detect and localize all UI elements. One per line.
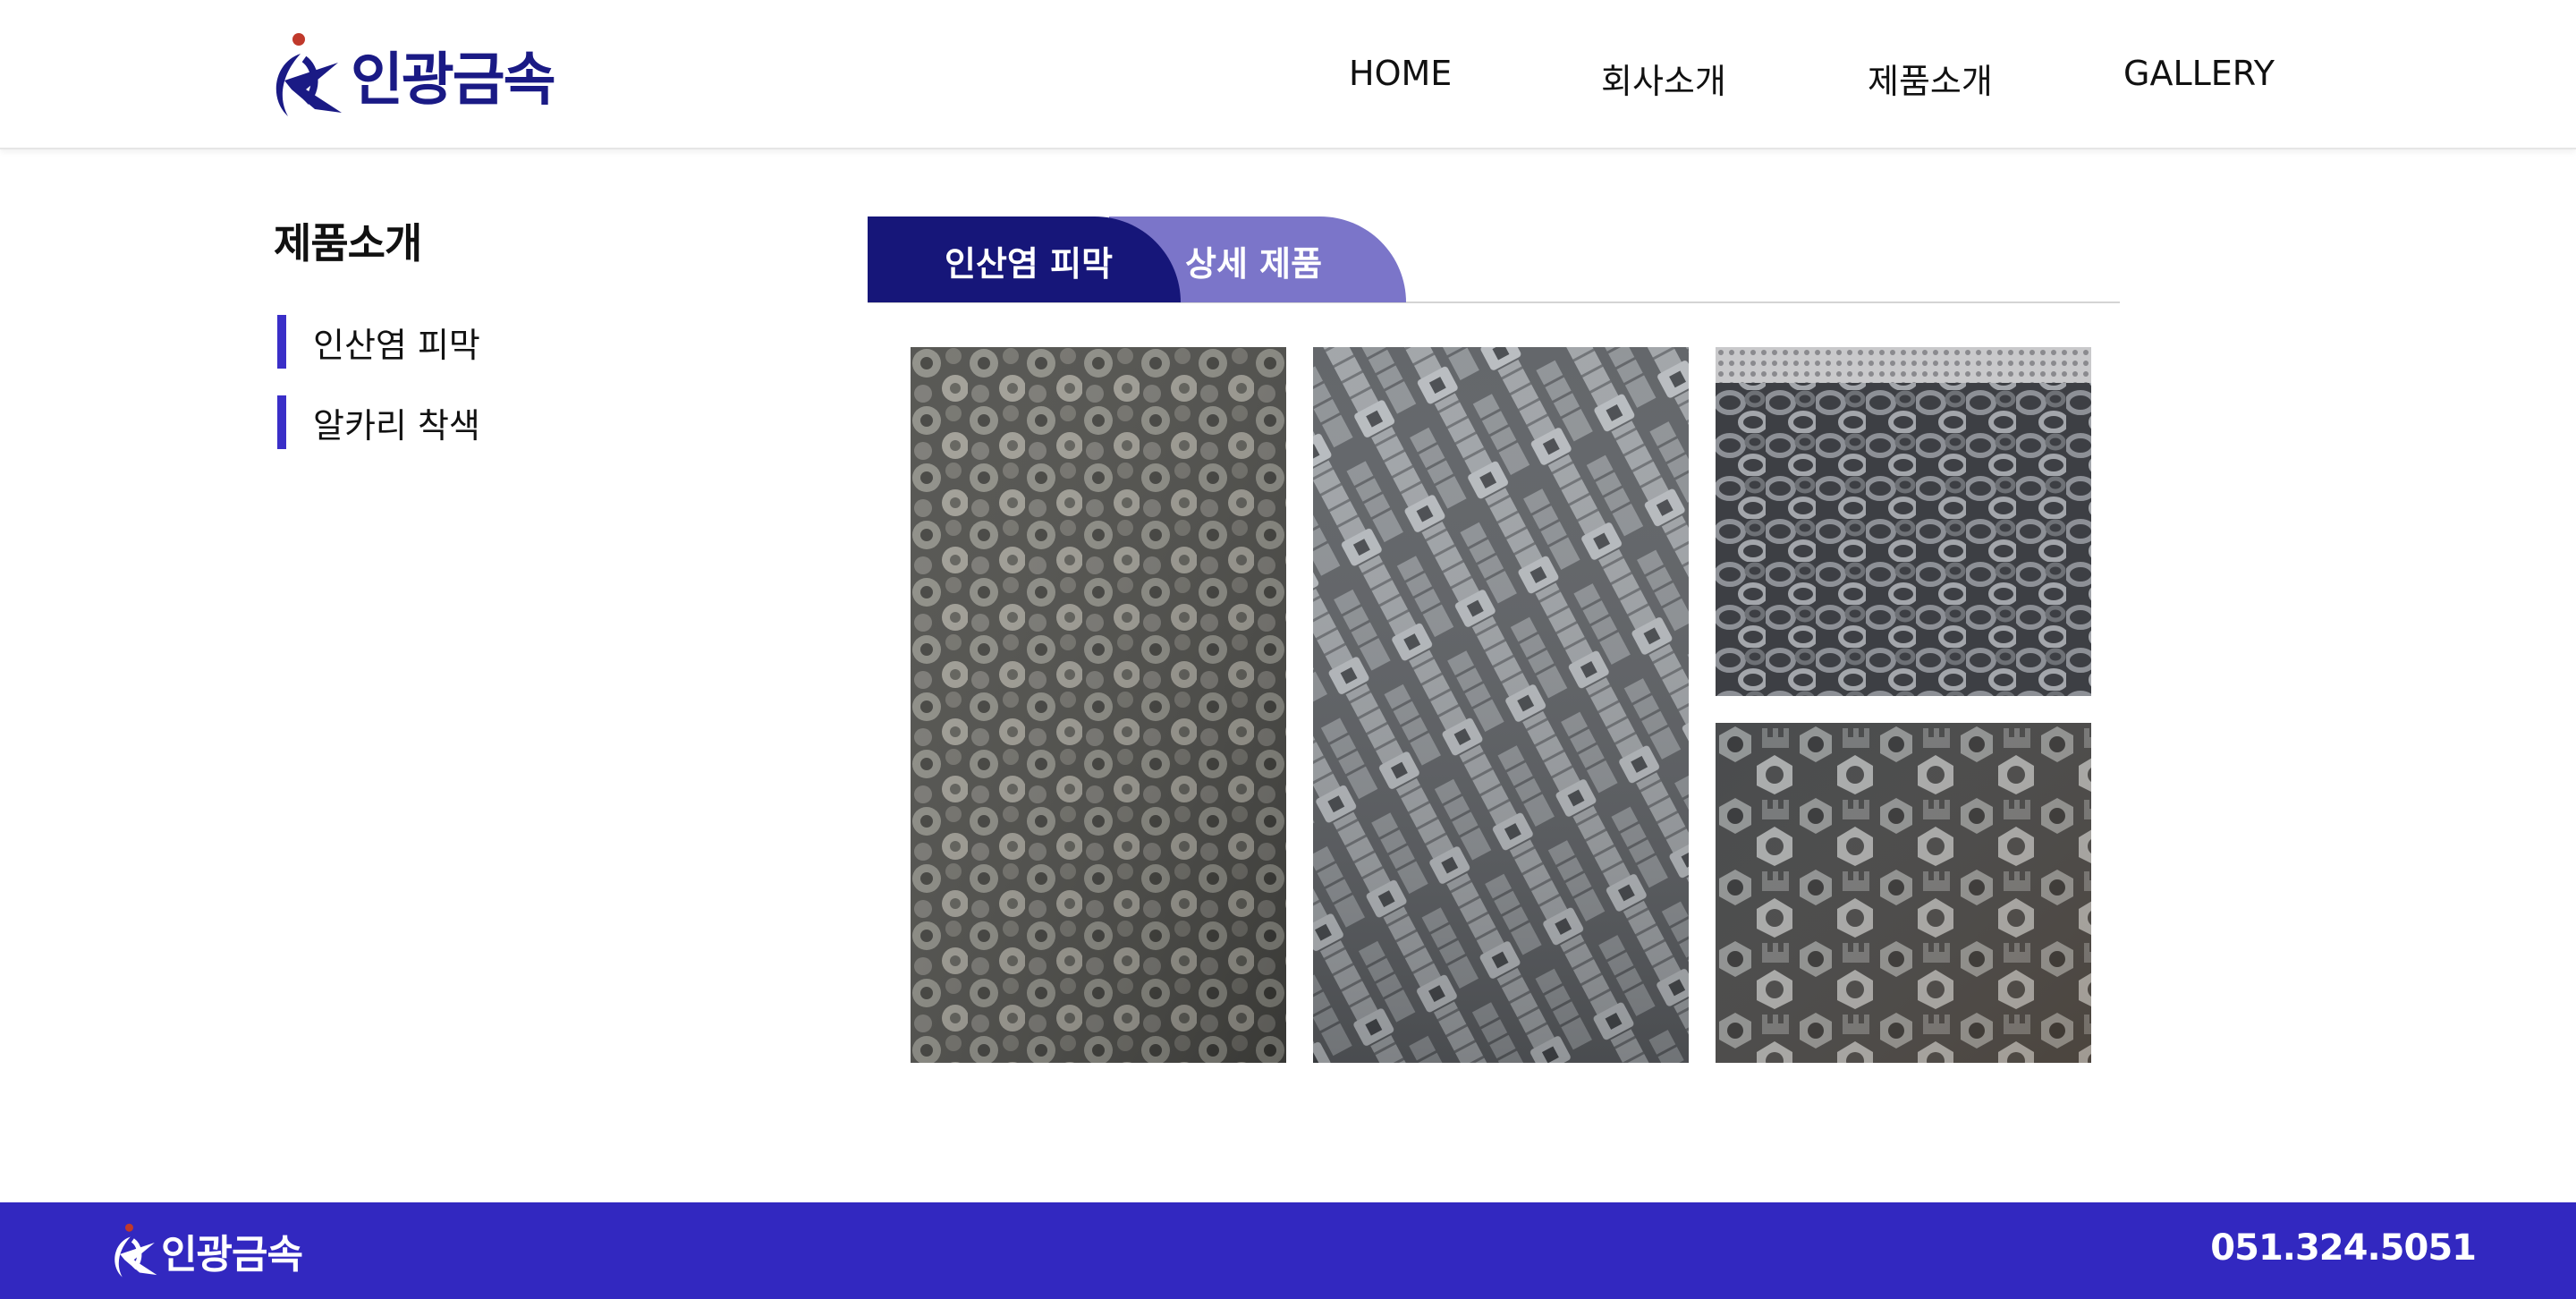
- gallery-photo-cap-screws[interactable]: [1313, 347, 1689, 1063]
- sidebar-title: 제품소개: [274, 219, 422, 267]
- tab-label: 상세 제품: [1185, 244, 1323, 284]
- sidebar-item-marker: [277, 395, 286, 449]
- nav-item-home[interactable]: HOME: [1349, 54, 1452, 93]
- sidebar-item-label: 인산염 피막: [313, 325, 480, 365]
- brand-name: 인광금속: [351, 47, 556, 114]
- sidebar-item-marker: [277, 315, 286, 369]
- gallery-photo-ring-nuts[interactable]: [1716, 347, 2091, 696]
- sidebar-item-phosphate-coating[interactable]: 인산염 피막: [277, 315, 480, 369]
- brand-emblem-icon: [275, 33, 342, 116]
- site-header: 인광금속 HOME 회사소개 제품소개 GALLERY: [0, 0, 2576, 149]
- footer-brand-name: 인광금속: [161, 1232, 303, 1278]
- site-footer: 인광금속 051.324.5051: [0, 1202, 2576, 1299]
- footer-phone-number: 051.324.5051: [2210, 1227, 2477, 1269]
- sidebar-item-label: 알카리 착색: [313, 405, 480, 446]
- nav-item-gallery[interactable]: GALLERY: [2123, 54, 2275, 93]
- nav-item-company[interactable]: 회사소개: [1601, 54, 1726, 103]
- tab-phosphate-coating[interactable]: 인산염 피막: [868, 216, 1181, 302]
- ring-nuts-image: [1716, 347, 2091, 696]
- gallery-photo-castle-nuts[interactable]: [1716, 723, 2091, 1063]
- flange-bolts-image: [911, 347, 1286, 1063]
- footer-emblem-icon: [114, 1223, 157, 1278]
- footer-logo[interactable]: 인광금속: [107, 1215, 303, 1286]
- castle-nuts-image: [1716, 723, 2091, 1063]
- tab-label: 인산염 피막: [945, 244, 1114, 284]
- sidebar-item-alkali-coloring[interactable]: 알카리 착색: [277, 395, 480, 449]
- gallery-photo-flange-bolts[interactable]: [911, 347, 1286, 1063]
- brand-logo[interactable]: 인광금속: [265, 27, 556, 123]
- cap-screws-image: [1313, 347, 1689, 1063]
- nav-item-products[interactable]: 제품소개: [1868, 54, 1993, 103]
